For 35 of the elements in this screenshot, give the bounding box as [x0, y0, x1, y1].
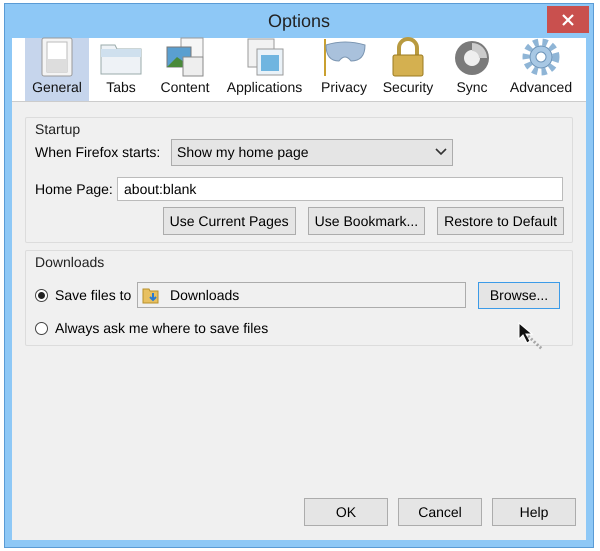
- dialog-button[interactable]: Help: [492, 498, 576, 526]
- dialog-button[interactable]: Cancel: [398, 498, 482, 526]
- field-label: When Firefox starts:: [35, 142, 162, 162]
- toolbar-tab[interactable]: Advanced: [504, 38, 578, 101]
- radio-label: Always ask me where to save files: [55, 318, 268, 338]
- startup-button[interactable]: Use Current Pages: [162, 207, 296, 235]
- toolbar-tab[interactable]: Tabs: [89, 38, 153, 101]
- toolbar-tab[interactable]: Security: [376, 38, 440, 101]
- field-label: Home Page:: [35, 180, 109, 199]
- folder-download-icon: [142, 286, 160, 304]
- group-title: Downloads: [35, 253, 104, 272]
- mask-icon: [321, 37, 367, 77]
- startup-dropdown[interactable]: Show my home page: [171, 138, 453, 166]
- browse-button[interactable]: Browse...: [478, 282, 560, 308]
- padlock-icon: [390, 37, 426, 77]
- radio-button[interactable]: [35, 288, 48, 302]
- startup-button[interactable]: Use Bookmark...: [308, 207, 426, 235]
- close-icon: [562, 14, 574, 26]
- toolbar-tab[interactable]: Privacy: [312, 38, 376, 101]
- toolbar-tab[interactable]: Content: [153, 38, 217, 101]
- toolbar-tab[interactable]: Applications: [217, 38, 312, 101]
- radio-label: Save files to: [55, 286, 132, 304]
- close-button[interactable]: [547, 6, 589, 33]
- chevron-down-icon: [435, 148, 447, 156]
- startup-button[interactable]: Restore to Default: [437, 207, 564, 235]
- dialog-button[interactable]: OK: [304, 498, 388, 526]
- toolbar-tab[interactable]: Sync: [440, 38, 504, 101]
- folder-field[interactable]: Downloads: [137, 282, 466, 308]
- home-page-field[interactable]: about:blank: [117, 177, 563, 201]
- windows-icon: [244, 37, 284, 77]
- toolbar-tab[interactable]: General: [25, 38, 89, 101]
- switch-icon: [39, 37, 75, 77]
- window-title: Options: [268, 10, 330, 33]
- radio-button[interactable]: [35, 322, 48, 334]
- group-title: Startup: [35, 120, 80, 139]
